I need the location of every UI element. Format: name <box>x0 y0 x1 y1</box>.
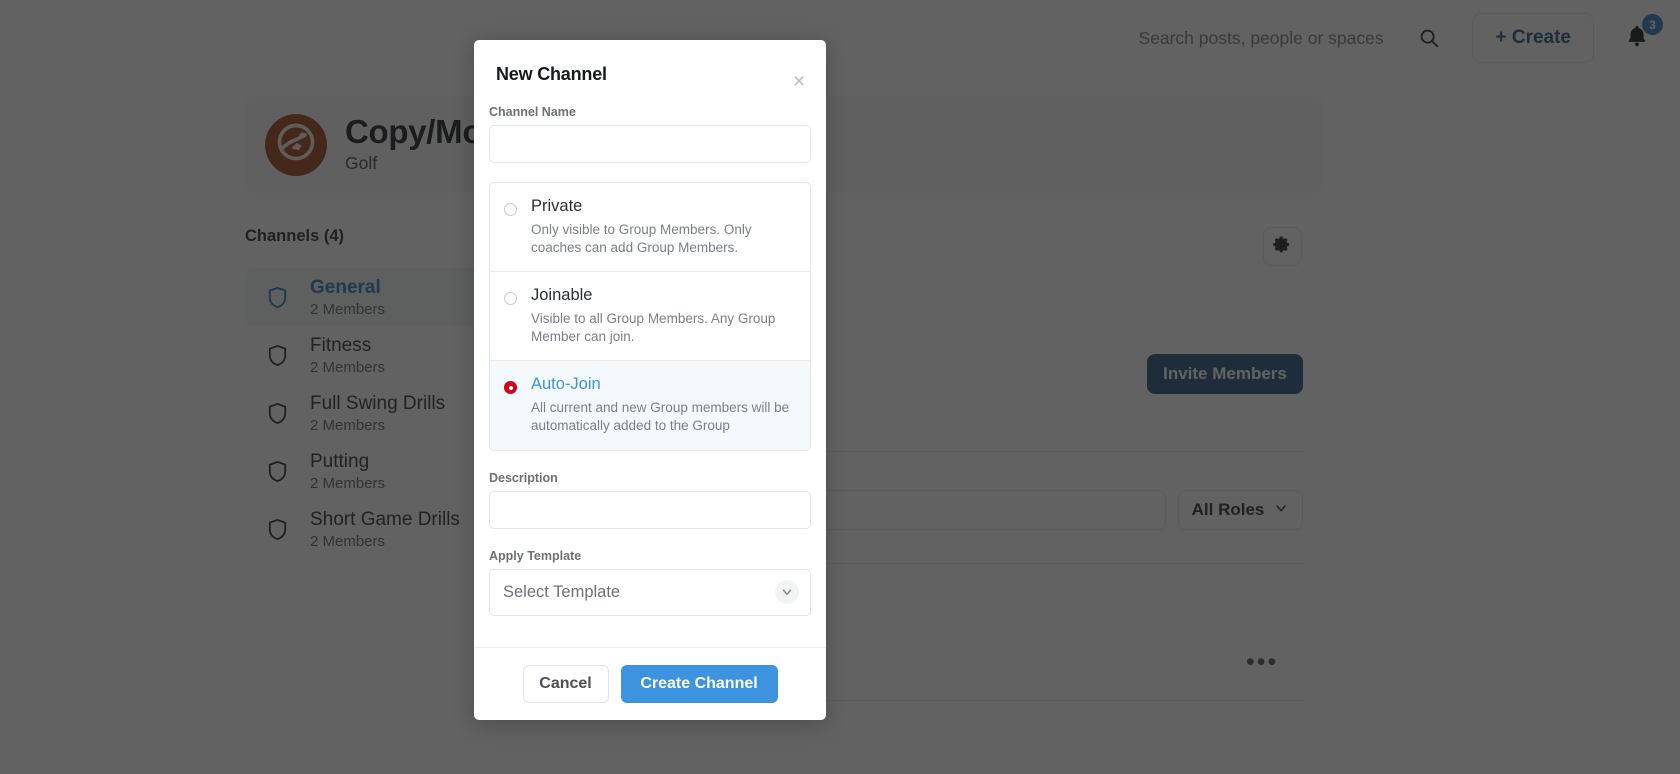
radio-icon[interactable] <box>504 292 517 306</box>
close-icon[interactable]: × <box>788 71 810 94</box>
radio-icon[interactable] <box>504 203 517 216</box>
template-select[interactable]: Select Template <box>489 568 811 616</box>
option-texts: Joinable Visible to all Group Members. A… <box>531 286 795 346</box>
option-title: Joinable <box>531 286 593 305</box>
visibility-option-auto-join[interactable]: Auto-Join All current and new Group memb… <box>490 361 810 450</box>
description-field: Description <box>489 471 811 529</box>
option-texts: Auto-Join All current and new Group memb… <box>531 375 795 435</box>
visibility-option-joinable[interactable]: Joinable Visible to all Group Members. A… <box>490 272 810 362</box>
visibility-option-private[interactable]: Private Only visible to Group Members. O… <box>490 183 810 273</box>
apply-template-field: Apply Template Select Template <box>489 549 811 616</box>
cancel-button[interactable]: Cancel <box>522 665 609 703</box>
channel-name-input[interactable] <box>489 125 811 163</box>
apply-template-label: Apply Template <box>489 548 582 563</box>
modal-header: New Channel × <box>474 40 826 92</box>
modal-overlay[interactable] <box>0 0 1680 774</box>
option-description: Only visible to Group Members. Only coac… <box>531 221 752 256</box>
option-title: Auto-Join <box>531 375 601 394</box>
description-label: Description <box>489 470 558 485</box>
template-select-value: Select Template <box>503 582 621 601</box>
option-texts: Private Only visible to Group Members. O… <box>531 197 795 257</box>
modal-title: New Channel <box>496 64 607 84</box>
option-description: All current and new Group members will b… <box>531 400 790 434</box>
description-input[interactable] <box>489 490 811 529</box>
radio-icon-selected[interactable] <box>504 381 517 395</box>
visibility-radio-group: Private Only visible to Group Members. O… <box>489 182 811 451</box>
modal-body: Channel Name Private Only visible to Gro… <box>474 85 826 647</box>
chevron-down-icon <box>775 580 799 605</box>
channel-name-field: Channel Name <box>489 105 811 163</box>
modal-footer: Cancel Create Channel <box>474 647 826 720</box>
option-title: Private <box>531 197 583 215</box>
channel-name-label: Channel Name <box>489 105 576 119</box>
option-description: Visible to all Group Members. Any Group … <box>531 311 776 345</box>
create-channel-button[interactable]: Create Channel <box>620 665 778 703</box>
new-channel-modal: New Channel × Channel Name Private Only … <box>474 40 826 720</box>
